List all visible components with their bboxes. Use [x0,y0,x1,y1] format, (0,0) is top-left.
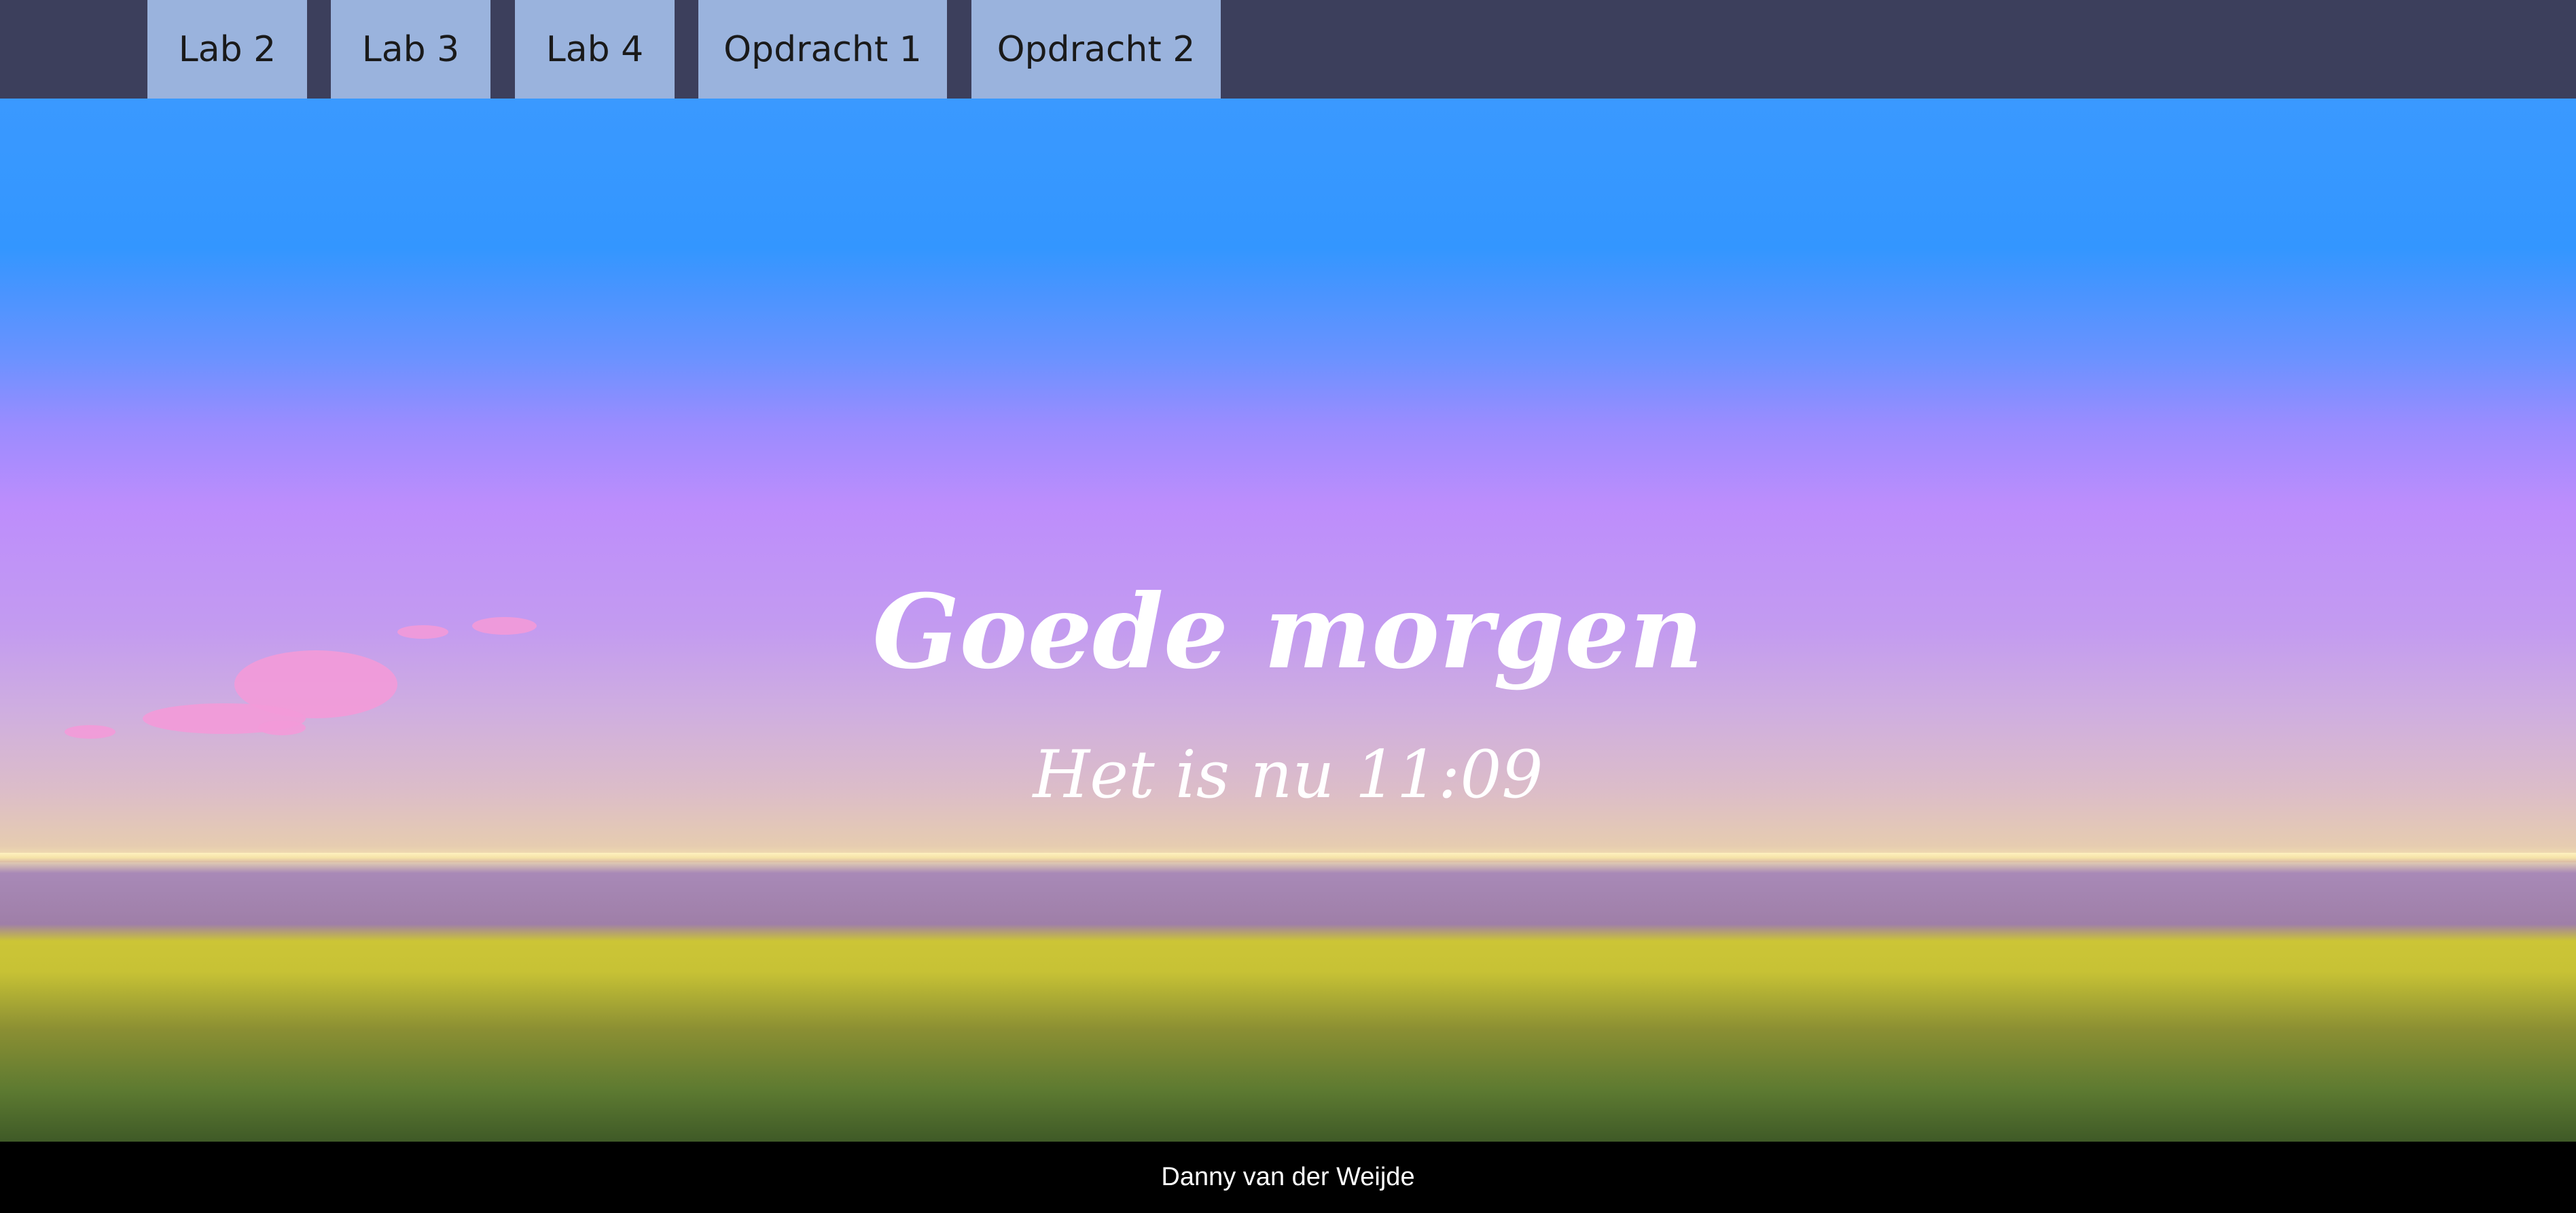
pixel-landscape-background: Goede morgen Het is nu 11:09 [0,99,2576,1142]
nav-item-lab-2[interactable]: Lab 2 [147,0,307,99]
nav-item-lab-4[interactable]: Lab 4 [515,0,675,99]
footer-author: Danny van der Weijde [1161,1163,1415,1191]
horizon-line [0,853,2576,862]
current-time-text: Het is nu 11:09 [1033,737,1543,813]
nav-item-opdracht-1[interactable]: Opdracht 1 [698,0,947,99]
top-navigation-bar: Lab 2 Lab 3 Lab 4 Opdracht 1 Opdracht 2 [0,0,2576,99]
footer: Danny van der Weijde [0,1142,2576,1213]
nav-item-lab-3[interactable]: Lab 3 [331,0,490,99]
nav-item-opdracht-2[interactable]: Opdracht 2 [971,0,1221,99]
greeting-heading: Goede morgen [872,572,1704,692]
cloud-decoration [258,720,306,735]
